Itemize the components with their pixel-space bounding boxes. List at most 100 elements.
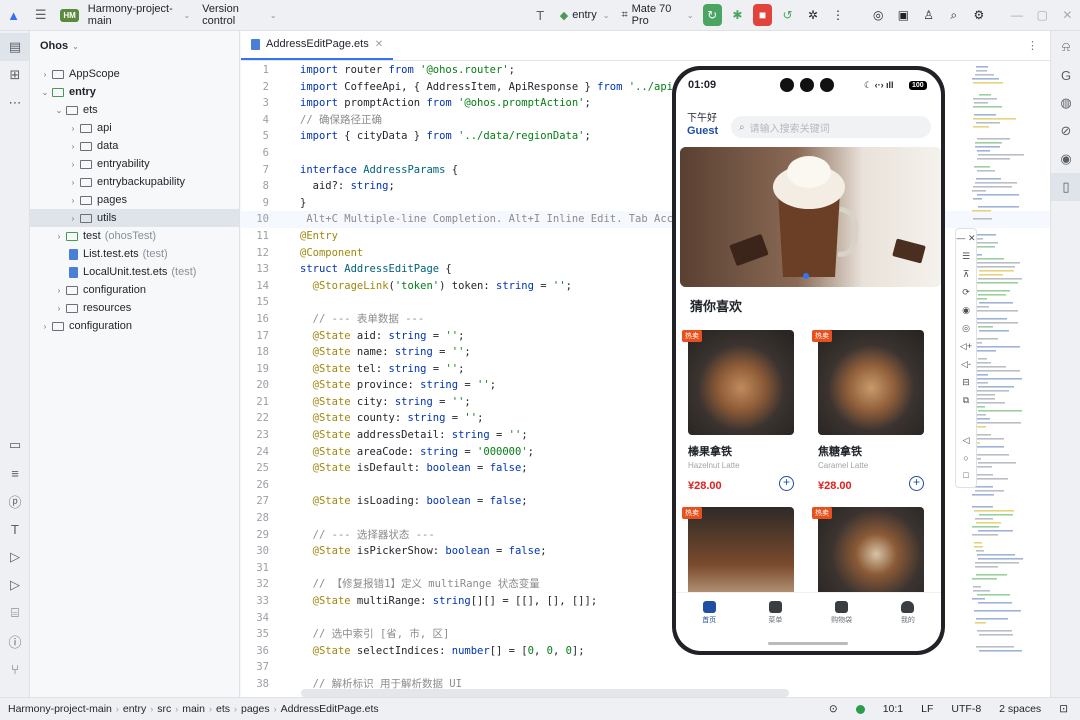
pin-icon[interactable]: ⊼ xyxy=(963,269,970,280)
services-tool-icon[interactable]: ▷ xyxy=(0,571,30,599)
tree-item[interactable]: › test (ohosTest) xyxy=(30,227,239,245)
tree-item[interactable]: › entryability xyxy=(30,155,239,173)
tab-home[interactable]: 首页 xyxy=(676,593,742,632)
device-icon[interactable]: ▯ xyxy=(1051,173,1080,201)
settings-gear-icon[interactable]: ⚙ xyxy=(969,4,988,26)
breadcrumb-item[interactable]: main xyxy=(178,703,209,715)
notifications-icon[interactable]: ⍾ xyxy=(1051,33,1080,61)
chevron-right-icon[interactable]: › xyxy=(66,160,80,169)
tree-item[interactable]: › configuration xyxy=(30,281,239,299)
volume-up-icon[interactable]: ◁+ xyxy=(960,341,972,352)
device-selector[interactable]: ⌗ Mate 70 Pro ⌄ xyxy=(615,3,699,27)
tree-item[interactable]: LocalUnit.test.ets (test) xyxy=(30,263,239,281)
line-separator[interactable]: LF xyxy=(921,703,933,715)
more-actions-icon[interactable]: ⋮ xyxy=(828,4,847,26)
main-menu-icon[interactable]: ☰ xyxy=(31,4,50,26)
close-tab-icon[interactable]: ✕ xyxy=(375,39,383,50)
ai-status-icon[interactable]: ⊙ xyxy=(829,703,838,715)
tree-item[interactable]: › configuration xyxy=(30,317,239,335)
gradle-icon[interactable]: G xyxy=(1051,61,1080,89)
copy-icon[interactable]: ⧉ xyxy=(963,395,969,406)
menu-icon[interactable]: ☰ xyxy=(962,251,970,262)
search-icon[interactable]: ⌕ xyxy=(944,4,963,26)
location-icon[interactable]: ◎ xyxy=(962,323,970,334)
tab-profile[interactable]: 我的 xyxy=(875,593,941,632)
run-button[interactable]: ↻ xyxy=(702,4,722,26)
code-line[interactable]: 37 xyxy=(241,659,1050,676)
chevron-right-icon[interactable]: › xyxy=(66,124,80,133)
recents-icon[interactable]: □ xyxy=(963,470,968,480)
breadcrumb-item[interactable]: Harmony-project-main xyxy=(4,703,116,715)
promo-banner[interactable] xyxy=(680,147,941,287)
tree-item[interactable]: › entrybackupability xyxy=(30,173,239,191)
chevron-right-icon[interactable]: › xyxy=(38,322,52,331)
tree-item[interactable]: ⌄ ets xyxy=(30,101,239,119)
rotate-icon[interactable]: ⟳ xyxy=(962,287,970,298)
git-tool-icon[interactable]: ⑂ xyxy=(0,655,30,683)
chevron-right-icon[interactable]: › xyxy=(66,178,80,187)
tree-item[interactable]: › utils xyxy=(30,209,239,227)
breadcrumb-item[interactable]: pages xyxy=(237,703,274,715)
project-panel-header[interactable]: Ohos ⌄ xyxy=(30,31,239,61)
ai-icon[interactable]: ⊘ xyxy=(1051,117,1080,145)
account-icon[interactable]: ♙ xyxy=(919,4,938,26)
structure-tool-icon[interactable]: ⊞ xyxy=(0,61,30,89)
screenshot-icon[interactable]: ◉ xyxy=(962,305,970,316)
tree-item[interactable]: › data xyxy=(30,137,239,155)
project-tool-icon[interactable]: ▤ xyxy=(0,33,30,61)
assistant-icon[interactable]: ◍ xyxy=(1051,89,1080,117)
product-card[interactable]: 热卖 榛果拿铁 Hazelnut Latte ¥28.00 + xyxy=(682,330,800,492)
back-icon[interactable]: ◁ xyxy=(963,435,970,446)
chevron-right-icon[interactable]: › xyxy=(66,142,80,151)
terminal-tool-icon[interactable]: ▭ xyxy=(0,431,30,459)
tab-menu[interactable]: 菜单 xyxy=(742,593,808,632)
chevron-right-icon[interactable]: › xyxy=(66,214,80,223)
tree-item[interactable]: ⌄ entry xyxy=(30,83,239,101)
chevron-right-icon[interactable]: › xyxy=(52,232,66,241)
chevron-right-icon[interactable]: › xyxy=(66,196,80,205)
run-tool-icon[interactable]: ▷ xyxy=(0,543,30,571)
profiler-tool-icon[interactable]: ⓟ xyxy=(0,487,30,515)
volume-down-icon[interactable]: ◁- xyxy=(961,359,971,370)
chevron-right-icon[interactable]: › xyxy=(38,70,52,79)
more-tools-icon[interactable]: ⋯ xyxy=(0,89,30,117)
tree-item[interactable]: › pages xyxy=(30,191,239,209)
vcs-menu[interactable]: Version control ⌄ xyxy=(196,3,282,27)
breadcrumb-item[interactable]: ets xyxy=(212,703,234,715)
fold-icon[interactable]: ⊟ xyxy=(962,377,970,388)
code-tool-icon[interactable]: ⌸ xyxy=(0,599,30,627)
stop-button[interactable]: ■ xyxy=(752,4,773,26)
breadcrumb-item[interactable]: AddressEditPage.ets xyxy=(277,703,383,715)
cursor-position[interactable]: 10:1 xyxy=(883,703,903,715)
problems-tool-icon[interactable]: ⓘ xyxy=(0,627,30,655)
close-window-icon[interactable]: ✕ xyxy=(1058,4,1077,26)
log-tool-icon[interactable]: ≡ xyxy=(0,459,30,487)
text-tool-icon[interactable]: T xyxy=(531,4,550,26)
editor-options-icon[interactable]: ⋮ xyxy=(1027,39,1038,52)
assistant-icon[interactable]: ◎ xyxy=(869,4,888,26)
search-input[interactable]: ⌕ 请输入搜索关键词 xyxy=(731,116,931,138)
apply-changes-button[interactable]: ↺ xyxy=(778,4,797,26)
run-config-selector[interactable]: ◆ entry ⌄ xyxy=(554,4,616,26)
indent-setting[interactable]: 2 spaces xyxy=(999,703,1041,715)
device-manager-icon[interactable]: ▣ xyxy=(894,4,913,26)
breadcrumb-item[interactable]: entry xyxy=(119,703,150,715)
debug-button[interactable]: ✱ xyxy=(728,4,747,26)
file-encoding[interactable]: UTF-8 xyxy=(951,703,981,715)
close-emulator-icon[interactable]: — ✕ xyxy=(956,233,975,244)
home-icon[interactable]: ○ xyxy=(963,453,968,463)
tree-item[interactable]: › api xyxy=(30,119,239,137)
tree-item[interactable]: › AppScope xyxy=(30,65,239,83)
tree-item[interactable]: List.test.ets (test) xyxy=(30,245,239,263)
code-minimap[interactable] xyxy=(970,62,1030,662)
preview-icon[interactable]: ◉ xyxy=(1051,145,1080,173)
profiler-icon[interactable]: ✲ xyxy=(803,4,822,26)
build-tool-icon[interactable]: T xyxy=(0,515,30,543)
add-to-cart-button[interactable]: + xyxy=(779,476,794,491)
add-to-cart-button[interactable]: + xyxy=(909,476,924,491)
horizontal-scrollbar[interactable] xyxy=(301,689,789,697)
chevron-down-icon[interactable]: ⌄ xyxy=(52,106,66,115)
product-card[interactable]: 热卖 焦糖拿铁 Caramel Latte ¥28.00 + xyxy=(812,330,930,492)
chevron-right-icon[interactable]: › xyxy=(52,286,66,295)
tab-bag[interactable]: 购物袋 xyxy=(809,593,875,632)
